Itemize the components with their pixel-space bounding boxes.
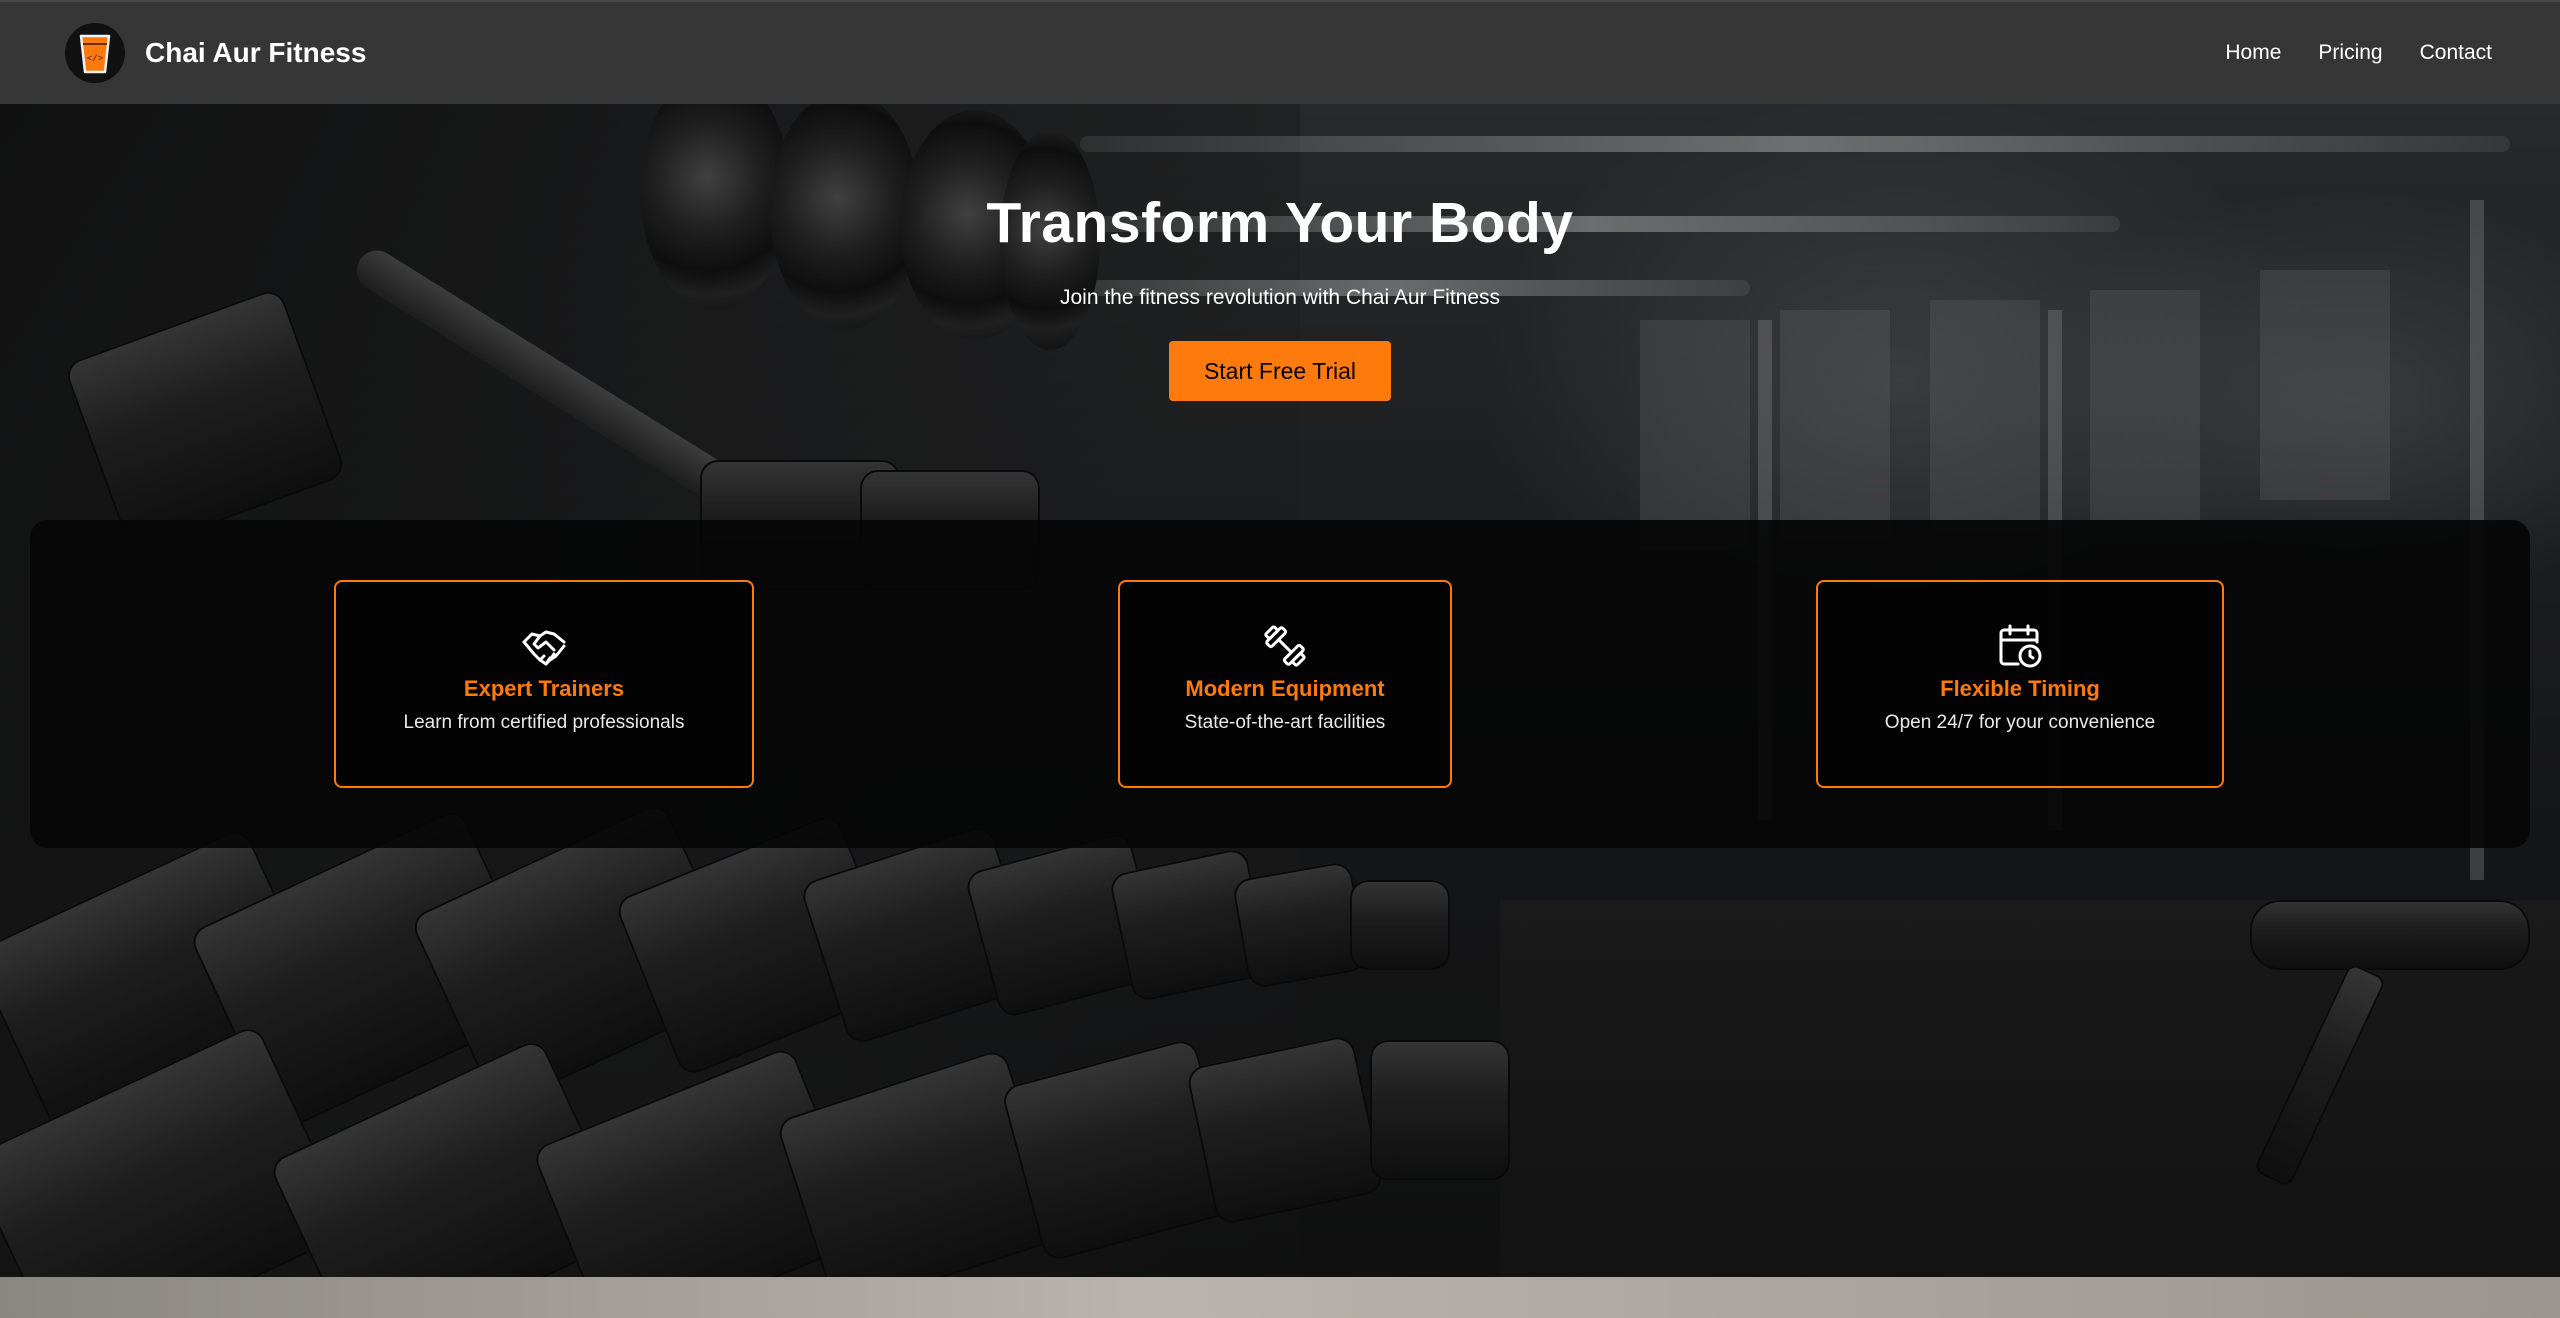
brand-name: Chai Aur Fitness — [145, 37, 367, 68]
hero-title: Transform Your Body — [986, 191, 1574, 255]
hero-section: Transform Your Body Join the fitness rev… — [0, 190, 2560, 401]
page: </> Chai Aur Fitness Home Pricing Contac… — [0, 0, 2560, 1318]
brand[interactable]: </> Chai Aur Fitness — [65, 23, 366, 83]
feature-title: Expert Trainers — [463, 676, 625, 701]
navbar: </> Chai Aur Fitness Home Pricing Contac… — [0, 0, 2560, 104]
feature-title: Flexible Timing — [1940, 676, 2100, 701]
features-panel: Expert Trainers Learn from certified pro… — [30, 520, 2530, 848]
feature-description: State-of-the-art facilities — [1184, 712, 1386, 733]
handshake-icon — [522, 630, 566, 666]
feature-description: Open 24/7 for your convenience — [1884, 712, 2156, 733]
nav-link-home[interactable]: Home — [2225, 41, 2281, 65]
feature-title: Modern Equipment — [1185, 676, 1385, 701]
feature-card-modern-equipment: Modern Equipment State-of-the-art facili… — [1118, 580, 1452, 788]
hero-subtitle: Join the fitness revolution with Chai Au… — [1059, 286, 1501, 309]
nav-link-pricing[interactable]: Pricing — [2318, 41, 2382, 65]
chai-cup-logo-icon[interactable]: </> — [65, 23, 125, 83]
calendar-clock-icon — [1999, 624, 2042, 668]
start-free-trial-button[interactable]: Start Free Trial — [1169, 341, 1391, 401]
bottom-edge-strip — [0, 1277, 2560, 1318]
svg-text:</>: </> — [87, 54, 103, 64]
nav-link-contact[interactable]: Contact — [2420, 41, 2492, 65]
feature-card-flexible-timing: Flexible Timing Open 24/7 for your conve… — [1816, 580, 2224, 788]
nav-links: Home Pricing Contact — [2225, 41, 2492, 65]
feature-description: Learn from certified professionals — [403, 712, 685, 733]
dumbbell-icon — [1264, 625, 1306, 667]
feature-card-expert-trainers: Expert Trainers Learn from certified pro… — [334, 580, 754, 788]
